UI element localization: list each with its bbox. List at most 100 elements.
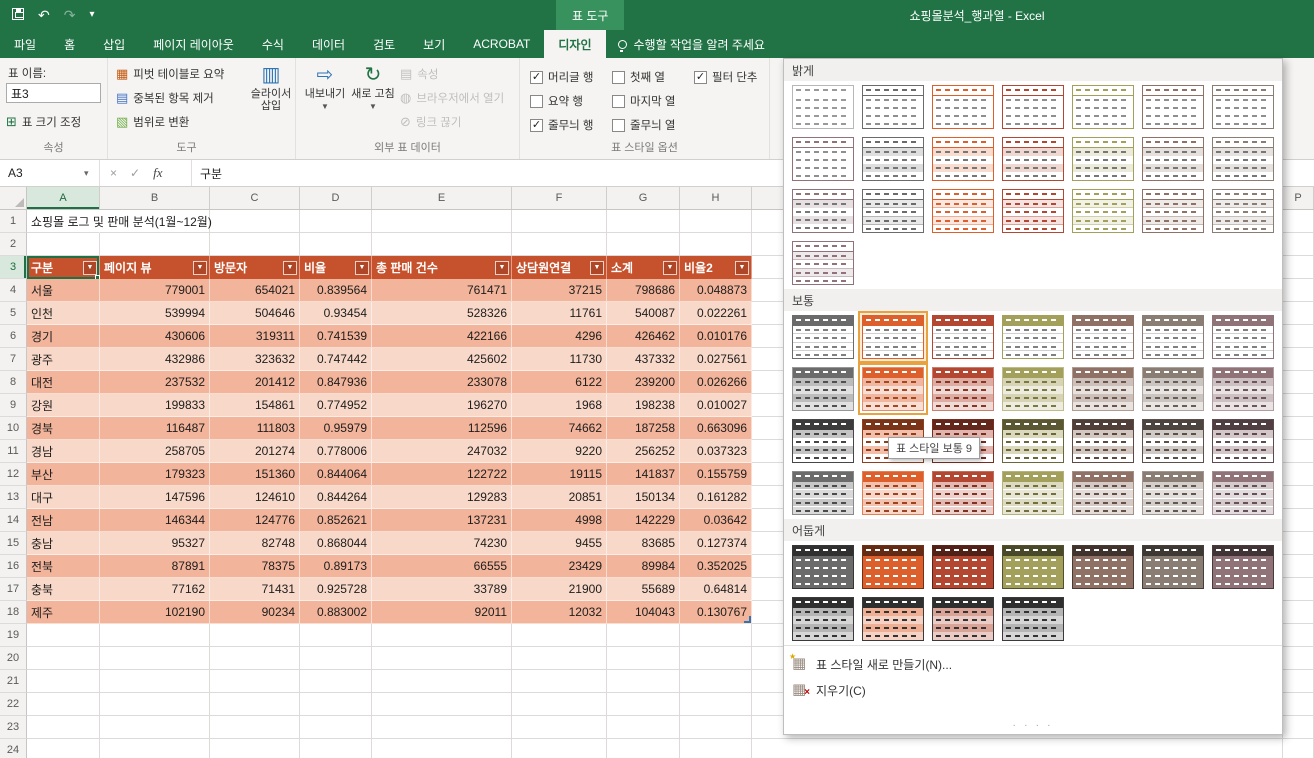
cell-H18[interactable]: 0.130767 bbox=[680, 601, 752, 624]
cell-E5[interactable]: 528326 bbox=[372, 302, 512, 325]
cell-D23[interactable] bbox=[300, 716, 372, 739]
cell-B11[interactable]: 258705 bbox=[100, 440, 210, 463]
cell-G12[interactable]: 141837 bbox=[607, 463, 680, 486]
cell-A20[interactable] bbox=[27, 647, 100, 670]
table-style-thumbnail-0-7[interactable] bbox=[788, 133, 858, 185]
cell-G19[interactable] bbox=[607, 624, 680, 647]
ribbon-tab-2[interactable]: 삽입 bbox=[89, 30, 139, 58]
cell-P19[interactable] bbox=[1283, 624, 1314, 647]
cell-C6[interactable]: 319311 bbox=[210, 325, 300, 348]
table-style-thumbnail-1-8[interactable] bbox=[858, 363, 928, 415]
table-style-thumbnail-0-19[interactable] bbox=[1138, 185, 1208, 237]
row-header-2[interactable]: 2 bbox=[0, 233, 27, 256]
cell-C19[interactable] bbox=[210, 624, 300, 647]
cell-P16[interactable] bbox=[1283, 555, 1314, 578]
cell-P10[interactable] bbox=[1283, 417, 1314, 440]
table-style-thumbnail-1-7[interactable] bbox=[788, 363, 858, 415]
select-all-button[interactable] bbox=[0, 187, 27, 209]
row-header-14[interactable]: 14 bbox=[0, 509, 27, 532]
cell-E24[interactable] bbox=[372, 739, 512, 758]
cell-P12[interactable] bbox=[1283, 463, 1314, 486]
cell-G4[interactable]: 798686 bbox=[607, 279, 680, 302]
cell-H5[interactable]: 0.022261 bbox=[680, 302, 752, 325]
cell-A10[interactable]: 경북 bbox=[27, 417, 100, 440]
cell-F10[interactable]: 74662 bbox=[512, 417, 607, 440]
cell-A8[interactable]: 대전 bbox=[27, 371, 100, 394]
cell-E15[interactable]: 74230 bbox=[372, 532, 512, 555]
column-header-H[interactable]: H bbox=[680, 187, 752, 209]
cell-H2[interactable] bbox=[680, 233, 752, 256]
cell-C22[interactable] bbox=[210, 693, 300, 716]
row-header-5[interactable]: 5 bbox=[0, 302, 27, 325]
row-header-24[interactable]: 24 bbox=[0, 739, 27, 758]
cell-E21[interactable] bbox=[372, 670, 512, 693]
column-header-P[interactable]: P bbox=[1283, 187, 1314, 209]
checkbox-1[interactable]: 요약 행 bbox=[530, 93, 610, 109]
ribbon-tab-1[interactable]: 홈 bbox=[50, 30, 89, 58]
table-style-thumbnail-1-24[interactable] bbox=[998, 467, 1068, 519]
cell-E1[interactable] bbox=[372, 210, 512, 233]
cell-C20[interactable] bbox=[210, 647, 300, 670]
cell-D20[interactable] bbox=[300, 647, 372, 670]
refresh-button[interactable]: ↻ 새로 고침 ▼ bbox=[350, 64, 396, 111]
cell-A18[interactable]: 제주 bbox=[27, 601, 100, 624]
cell-E12[interactable]: 122722 bbox=[372, 463, 512, 486]
cell-F13[interactable]: 20851 bbox=[512, 486, 607, 509]
cell-D19[interactable] bbox=[300, 624, 372, 647]
cell-A23[interactable] bbox=[27, 716, 100, 739]
cell-H14[interactable]: 0.03642 bbox=[680, 509, 752, 532]
cell-D24[interactable] bbox=[300, 739, 372, 758]
table-style-thumbnail-0-2[interactable] bbox=[928, 81, 998, 133]
checkbox-3[interactable]: 첫째 열 bbox=[612, 69, 692, 85]
cell-B5[interactable]: 539994 bbox=[100, 302, 210, 325]
cell-D6[interactable]: 0.741539 bbox=[300, 325, 372, 348]
header-cell-A3[interactable]: 구분 ▼ bbox=[27, 256, 100, 280]
row-header-9[interactable]: 9 bbox=[0, 394, 27, 417]
cell-D15[interactable]: 0.868044 bbox=[300, 532, 372, 555]
cell-D10[interactable]: 0.95979 bbox=[300, 417, 372, 440]
cell-B6[interactable]: 430606 bbox=[100, 325, 210, 348]
cell-G1[interactable] bbox=[607, 210, 680, 233]
cell-E17[interactable]: 33789 bbox=[372, 578, 512, 601]
ribbon-tab-7[interactable]: 보기 bbox=[409, 30, 459, 58]
table-style-thumbnail-0-8[interactable] bbox=[858, 133, 928, 185]
cell-A15[interactable]: 충남 bbox=[27, 532, 100, 555]
header-cell-F3[interactable]: 상담원연결 ▼ bbox=[512, 256, 607, 279]
cell-G18[interactable]: 104043 bbox=[607, 601, 680, 624]
table-style-thumbnail-0-10[interactable] bbox=[998, 133, 1068, 185]
table-style-thumbnail-1-6[interactable] bbox=[1208, 311, 1278, 363]
cell-B20[interactable] bbox=[100, 647, 210, 670]
cell-P5[interactable] bbox=[1283, 302, 1314, 325]
ribbon-tab-9[interactable]: 디자인 bbox=[544, 30, 606, 58]
table-style-thumbnail-1-25[interactable] bbox=[1068, 467, 1138, 519]
table-style-thumbnail-1-12[interactable] bbox=[1138, 363, 1208, 415]
row-header-15[interactable]: 15 bbox=[0, 532, 27, 555]
row-header-13[interactable]: 13 bbox=[0, 486, 27, 509]
table-style-thumbnail-0-15[interactable] bbox=[858, 185, 928, 237]
cell-A13[interactable]: 대구 bbox=[27, 486, 100, 509]
row-header-21[interactable]: 21 bbox=[0, 670, 27, 693]
cell-F24[interactable] bbox=[512, 739, 607, 758]
cell-D13[interactable]: 0.844264 bbox=[300, 486, 372, 509]
cell-E4[interactable]: 761471 bbox=[372, 279, 512, 302]
row-header-10[interactable]: 10 bbox=[0, 417, 27, 440]
table-style-thumbnail-1-20[interactable] bbox=[1208, 415, 1278, 467]
cell-P17[interactable] bbox=[1283, 578, 1314, 601]
filter-button[interactable]: ▼ bbox=[283, 260, 297, 275]
table-style-thumbnail-2-6[interactable] bbox=[1208, 541, 1278, 593]
cell-B18[interactable]: 102190 bbox=[100, 601, 210, 624]
name-box[interactable]: A3 ▾ bbox=[0, 160, 100, 186]
cell-A16[interactable]: 전북 bbox=[27, 555, 100, 578]
filter-button[interactable]: ▼ bbox=[193, 260, 207, 275]
table-style-thumbnail-1-14[interactable] bbox=[788, 415, 858, 467]
cell-F18[interactable]: 12032 bbox=[512, 601, 607, 624]
cell-H23[interactable] bbox=[680, 716, 752, 739]
name-box-dropdown-icon[interactable]: ▾ bbox=[84, 168, 89, 179]
insert-slicer-button[interactable]: ▥ 슬라이서 삽입 bbox=[248, 64, 294, 112]
cell-H15[interactable]: 0.127374 bbox=[680, 532, 752, 555]
cell-B16[interactable]: 87891 bbox=[100, 555, 210, 578]
cell-H17[interactable]: 0.64814 bbox=[680, 578, 752, 601]
cell-B8[interactable]: 237532 bbox=[100, 371, 210, 394]
row-header-4[interactable]: 4 bbox=[0, 279, 27, 302]
cell-B22[interactable] bbox=[100, 693, 210, 716]
